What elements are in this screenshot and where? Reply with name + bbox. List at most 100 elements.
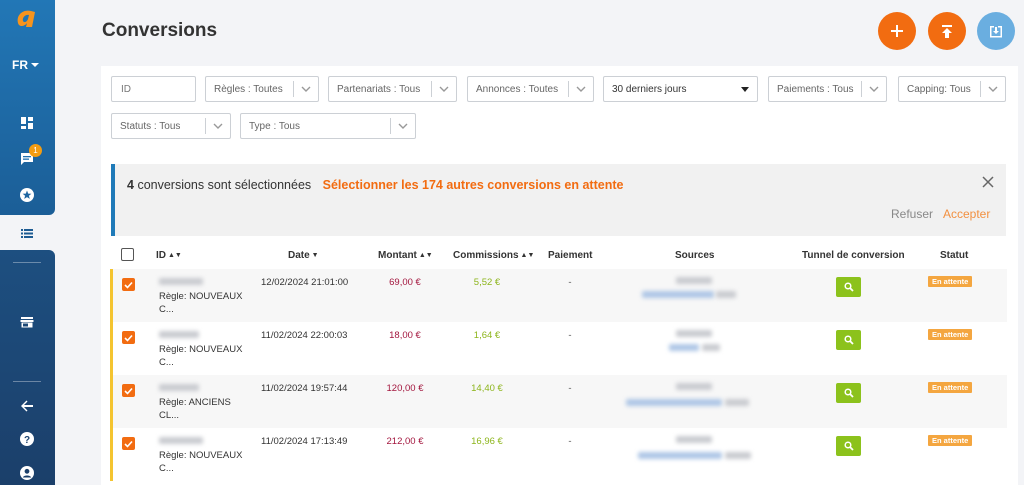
- check-icon: [124, 440, 133, 448]
- rule-line: Règle: NOUVEAUX: [159, 450, 243, 461]
- tunnel-view-button[interactable]: [836, 330, 861, 350]
- table-row[interactable]: Règle: ANCIENS CL... 11/02/2024 19:57:44 …: [110, 375, 1007, 428]
- status-badge: En attente: [928, 435, 973, 446]
- id-filter-placeholder: ID: [121, 83, 131, 95]
- status-filter-select[interactable]: Statuts : Tous: [111, 113, 231, 139]
- chevron-down-icon: [432, 86, 456, 92]
- language-selector[interactable]: FR: [12, 58, 39, 72]
- row-checkbox[interactable]: [122, 384, 135, 397]
- sidebar-bottom-section: [0, 250, 55, 485]
- amount-cell: 120,00 €: [386, 383, 424, 394]
- column-header-commissions[interactable]: Commissions ▲▼: [453, 250, 534, 261]
- search-icon: [843, 441, 854, 451]
- column-header-date-label: Date: [288, 250, 310, 261]
- commission-cell: 5,52 €: [473, 277, 501, 288]
- commission-cell: 16,96 €: [471, 436, 503, 447]
- chevron-down-icon: [31, 63, 39, 67]
- rules-filter-select[interactable]: Règles : Toutes: [205, 76, 319, 102]
- conversion-id-redacted: [159, 437, 203, 444]
- rule-line: CL...: [159, 410, 180, 421]
- column-header-tunnel: Tunnel de conversion: [802, 250, 905, 261]
- dashboard-icon[interactable]: [19, 115, 35, 131]
- column-header-amount[interactable]: Montant ▲▼: [378, 250, 433, 261]
- selection-summary: 4 conversions sont sélectionnées Sélecti…: [127, 178, 623, 192]
- id-filter-input[interactable]: ID: [111, 76, 196, 102]
- star-badge-icon[interactable]: [19, 187, 35, 203]
- period-select[interactable]: 30 derniers jours: [603, 76, 758, 102]
- search-icon: [843, 282, 854, 292]
- sort-desc-icon: ▼: [309, 252, 319, 259]
- column-header-sources: Sources: [675, 250, 715, 261]
- period-label: 30 derniers jours: [612, 83, 687, 95]
- column-header-date[interactable]: Date ▼: [288, 250, 319, 261]
- row-checkbox[interactable]: [122, 278, 135, 291]
- app-logo[interactable]: [13, 5, 41, 33]
- amount-cell: 69,00 €: [389, 277, 421, 288]
- accept-button[interactable]: Accepter: [943, 207, 990, 221]
- row-checkbox[interactable]: [122, 437, 135, 450]
- date-cell: 11/02/2024 19:57:44: [261, 383, 348, 394]
- close-icon[interactable]: [982, 176, 994, 188]
- tunnel-view-button[interactable]: [836, 277, 861, 297]
- rule-line: Règle: NOUVEAUX: [159, 291, 243, 302]
- capping-filter-label: Capping: Tous: [907, 83, 971, 95]
- rule-line: C...: [159, 357, 174, 368]
- download-button[interactable]: [977, 12, 1015, 50]
- date-cell: 12/02/2024 21:01:00: [261, 277, 349, 288]
- chevron-down-icon: [569, 86, 593, 92]
- tunnel-view-button[interactable]: [836, 383, 861, 403]
- source-redacted: [716, 291, 736, 298]
- conversion-id-redacted: [159, 331, 199, 338]
- selection-count: 4: [127, 178, 134, 192]
- type-filter-label: Type : Tous: [249, 120, 300, 132]
- check-icon: [124, 387, 133, 395]
- select-all-link[interactable]: Sélectionner les 174 autres conversions …: [323, 178, 624, 192]
- status-badge: En attente: [928, 329, 973, 340]
- source-redacted: [725, 452, 751, 459]
- search-icon: [843, 388, 854, 398]
- table-row[interactable]: Règle: NOUVEAUX C... 12/02/2024 21:01:00 …: [110, 269, 1007, 322]
- store-icon[interactable]: [19, 314, 35, 330]
- ads-filter-select[interactable]: Annonces : Toutes: [467, 76, 594, 102]
- download-icon: [990, 25, 1002, 37]
- source-redacted: [725, 399, 749, 406]
- conversion-id-redacted: [159, 384, 199, 391]
- select-all-checkbox[interactable]: [121, 248, 134, 261]
- payment-cell: -: [568, 436, 572, 447]
- rules-filter-label: Règles : Toutes: [214, 83, 283, 95]
- tunnel-view-button[interactable]: [836, 436, 861, 456]
- column-header-amount-label: Montant: [378, 250, 417, 261]
- back-arrow-icon[interactable]: [19, 398, 35, 414]
- chevron-down-icon: [206, 123, 230, 129]
- upload-icon: [942, 24, 952, 38]
- commission-cell: 1,64 €: [473, 330, 501, 341]
- row-checkbox[interactable]: [122, 331, 135, 344]
- add-button[interactable]: [878, 12, 916, 50]
- user-icon[interactable]: [19, 465, 35, 481]
- list-icon[interactable]: [19, 225, 35, 241]
- payments-filter-select[interactable]: Paiements : Tous: [768, 76, 887, 102]
- refuse-button[interactable]: Refuser: [891, 207, 933, 221]
- source-redacted: [702, 344, 720, 351]
- status-filter-label: Statuts : Tous: [120, 120, 181, 132]
- rule-text: Règle: NOUVEAUX C...: [159, 290, 242, 316]
- selection-text: conversions sont sélectionnées: [137, 178, 312, 192]
- table-row[interactable]: Règle: NOUVEAUX C... 11/02/2024 17:13:49 …: [110, 428, 1007, 481]
- source-link-redacted: [638, 452, 722, 459]
- capping-filter-select[interactable]: Capping: Tous: [898, 76, 1006, 102]
- svg-text:?: ?: [24, 435, 30, 446]
- date-cell: 11/02/2024 17:13:49: [261, 436, 348, 447]
- chevron-down-icon: [294, 86, 318, 92]
- help-icon[interactable]: ?: [19, 431, 35, 447]
- check-icon: [124, 281, 133, 289]
- partnerships-filter-select[interactable]: Partenariats : Tous: [328, 76, 457, 102]
- search-icon: [843, 335, 854, 345]
- column-header-id[interactable]: ID ▲▼: [156, 250, 182, 261]
- type-filter-select[interactable]: Type : Tous: [240, 113, 416, 139]
- rule-text: Règle: ANCIENS CL...: [159, 396, 231, 422]
- status-badge: En attente: [928, 276, 973, 287]
- table-row[interactable]: Règle: NOUVEAUX C... 11/02/2024 22:00:03 …: [110, 322, 1007, 375]
- upload-button[interactable]: [928, 12, 966, 50]
- chevron-down-icon: [862, 86, 886, 92]
- column-header-payment: Paiement: [548, 250, 593, 261]
